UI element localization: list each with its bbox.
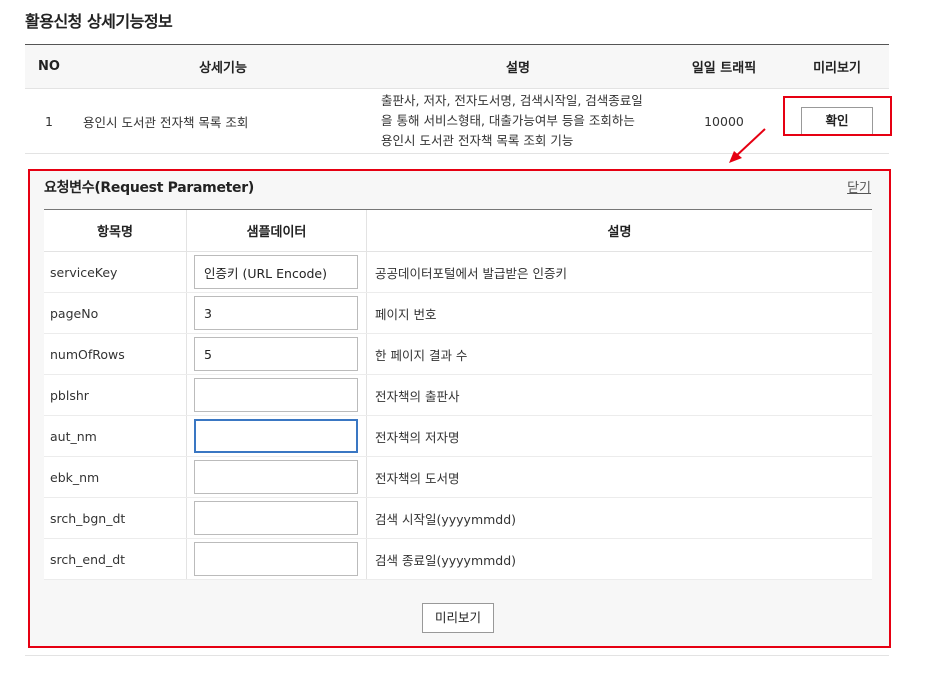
header-param-desc: 설명 <box>607 225 632 240</box>
param-row-numofrows: numOfRows 한 페이지 결과 수 <box>44 334 872 375</box>
row-desc-line: 을 통해 서비스형태, 대출가능여부 등을 조회하는 <box>381 113 635 128</box>
param-desc: 공공데이터포털에서 발급받은 인증키 <box>375 265 567 281</box>
param-desc: 전자책의 도서명 <box>375 470 460 486</box>
param-row-srch-bgn-dt: srch_bgn_dt 검색 시작일(yyyymmdd) <box>44 498 872 539</box>
row-no: 1 <box>45 113 53 129</box>
arrow-icon <box>729 128 766 163</box>
param-row-pblshr: pblshr 전자책의 출판사 <box>44 375 872 416</box>
panel-title: 요청변수(Request Parameter) <box>44 180 254 196</box>
param-row-pageno: pageNo 페이지 번호 <box>44 293 872 334</box>
param-row-srch-end-dt: srch_end_dt 검색 종료일(yyyymmdd) <box>44 539 872 580</box>
param-row-ebk-nm: ebk_nm 전자책의 도서명 <box>44 457 872 498</box>
param-sample-cell <box>187 334 367 374</box>
parameter-table-header: 항목명 샘플데이터 설명 <box>44 210 872 252</box>
param-desc: 한 페이지 결과 수 <box>375 347 468 363</box>
param-desc: 검색 종료일(yyyymmdd) <box>375 552 517 568</box>
header-no: NO <box>38 59 60 74</box>
param-name: aut_nm <box>44 416 187 456</box>
param-desc: 페이지 번호 <box>375 306 437 322</box>
request-parameter-panel: 요청변수(Request Parameter) 닫기 항목명 샘플데이터 설명 … <box>28 169 891 648</box>
param-name: numOfRows <box>44 334 187 374</box>
param-sample-cell <box>187 457 367 497</box>
divider <box>25 655 889 656</box>
param-row-aut-nm: aut_nm 전자책의 저자명 <box>44 416 872 457</box>
header-feature: 상세기능 <box>199 61 247 76</box>
highlight-box-confirm <box>783 96 892 136</box>
row-desc: 출판사, 저자, 전자도서명, 검색시작일, 검색종료일 을 통해 서비스형태,… <box>373 91 663 151</box>
param-row-servicekey: serviceKey 공공데이터포털에서 발급받은 인증키 <box>44 252 872 293</box>
pblshr-input[interactable] <box>194 378 358 412</box>
row-feature: 용인시 도서관 전자책 목록 조회 <box>83 114 249 130</box>
param-name: pageNo <box>44 293 187 333</box>
header-traffic: 일일 트래픽 <box>691 61 757 76</box>
pageno-input[interactable] <box>194 296 358 330</box>
numofrows-input[interactable] <box>194 337 358 371</box>
parameter-table: 항목명 샘플데이터 설명 serviceKey 공공데이터포털에서 발급받은 인… <box>44 209 872 580</box>
servicekey-input[interactable] <box>194 255 358 289</box>
param-sample-cell <box>187 539 367 579</box>
param-name: srch_end_dt <box>44 539 187 579</box>
row-desc-line: 출판사, 저자, 전자도서명, 검색시작일, 검색종료일 <box>381 93 643 108</box>
preview-button[interactable]: 미리보기 <box>422 603 494 633</box>
header-name: 항목명 <box>44 210 187 251</box>
param-desc: 전자책의 저자명 <box>375 429 460 445</box>
close-link[interactable]: 닫기 <box>847 177 871 196</box>
srch-bgn-dt-input[interactable] <box>194 501 358 535</box>
row-desc-line: 용인시 도서관 전자책 목록 조회 기능 <box>381 133 574 148</box>
param-desc: 전자책의 출판사 <box>375 388 460 404</box>
header-preview: 미리보기 <box>813 61 861 76</box>
param-sample-cell <box>187 252 367 292</box>
param-name: pblshr <box>44 375 187 415</box>
page-title: 활용신청 상세기능정보 <box>25 12 173 31</box>
feature-table-header: NO 상세기능 설명 일일 트래픽 미리보기 <box>25 45 889 89</box>
param-sample-cell <box>187 293 367 333</box>
header-desc: 설명 <box>506 61 530 76</box>
srch-end-dt-input[interactable] <box>194 542 358 576</box>
param-name: serviceKey <box>44 252 187 292</box>
header-sample: 샘플데이터 <box>187 210 367 251</box>
param-sample-cell <box>187 416 367 456</box>
param-name: ebk_nm <box>44 457 187 497</box>
aut-nm-input[interactable] <box>194 419 358 453</box>
param-sample-cell <box>187 375 367 415</box>
param-desc: 검색 시작일(yyyymmdd) <box>375 511 517 527</box>
param-sample-cell <box>187 498 367 538</box>
param-name: srch_bgn_dt <box>44 498 187 538</box>
ebk-nm-input[interactable] <box>194 460 358 494</box>
